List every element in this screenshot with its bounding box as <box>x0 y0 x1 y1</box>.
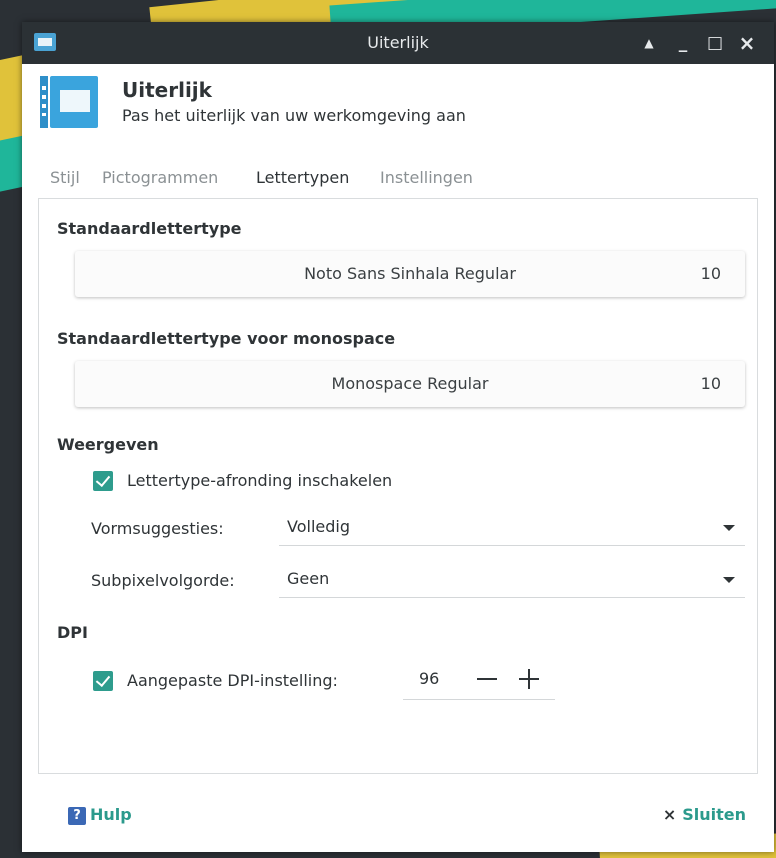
hinting-select[interactable]: Volledig <box>279 511 745 546</box>
maximize-icon[interactable]: □ <box>702 30 728 56</box>
subpixel-select[interactable]: Geen <box>279 563 745 598</box>
dpi-heading: DPI <box>57 623 88 642</box>
hinting-value: Volledig <box>287 517 350 536</box>
tab-pictogrammen[interactable]: Pictogrammen <box>102 168 218 198</box>
help-button[interactable]: ? Hulp <box>68 805 132 827</box>
chevron-down-icon <box>723 577 735 583</box>
default-font-size: 10 <box>700 264 721 283</box>
subpixel-label: Subpixelvolgorde: <box>91 571 235 590</box>
default-font-name: Noto Sans Sinhala Regular <box>304 264 516 283</box>
plus-icon[interactable] <box>517 663 543 695</box>
subpixel-value: Geen <box>287 569 330 588</box>
dpi-spinbox[interactable]: 96 <box>403 663 555 700</box>
close-label: Sluiten <box>682 805 746 824</box>
mono-font-name: Monospace Regular <box>331 374 489 393</box>
appearance-icon <box>40 76 98 128</box>
help-icon: ? <box>68 806 86 825</box>
hinting-label: Vormsuggesties: <box>91 519 224 538</box>
mono-font-button[interactable]: Monospace Regular 10 <box>75 361 745 407</box>
close-icon[interactable]: × <box>734 30 760 56</box>
page-title: Uiterlijk <box>122 78 212 102</box>
default-font-button[interactable]: Noto Sans Sinhala Regular 10 <box>75 251 745 297</box>
fonts-panel: Standaardlettertype Noto Sans Sinhala Re… <box>38 198 758 774</box>
minimize-icon[interactable]: _ <box>670 30 696 56</box>
help-label: Hulp <box>90 805 132 824</box>
default-font-heading: Standaardlettertype <box>57 219 242 238</box>
close-button[interactable]: × Sluiten <box>663 805 746 827</box>
chevron-down-icon <box>723 525 735 531</box>
custom-dpi-label[interactable]: Aangepaste DPI-instelling: <box>127 671 338 690</box>
appearance-window: Uiterlijk ▲ _ □ × Uiterlijk Pas het uite… <box>22 22 774 852</box>
antialias-checkbox[interactable] <box>93 471 113 491</box>
close-x-icon: × <box>662 805 677 824</box>
tab-lettertypen[interactable]: Lettertypen <box>251 168 356 200</box>
dpi-value[interactable]: 96 <box>419 669 439 688</box>
antialias-label[interactable]: Lettertype-afronding inschakelen <box>127 471 392 490</box>
page-subtitle: Pas het uiterlijk van uw werkomgeving aa… <box>122 106 466 125</box>
shade-icon[interactable]: ▲ <box>636 30 662 56</box>
custom-dpi-checkbox[interactable] <box>93 671 113 691</box>
tab-instellingen[interactable]: Instellingen <box>380 168 473 198</box>
title-bar[interactable]: Uiterlijk ▲ _ □ × <box>22 22 774 64</box>
minus-icon[interactable] <box>475 663 501 695</box>
rendering-heading: Weergeven <box>57 435 159 454</box>
mono-font-size: 10 <box>700 374 721 393</box>
tab-stijl[interactable]: Stijl <box>50 168 80 198</box>
mono-font-heading: Standaardlettertype voor monospace <box>57 329 396 348</box>
